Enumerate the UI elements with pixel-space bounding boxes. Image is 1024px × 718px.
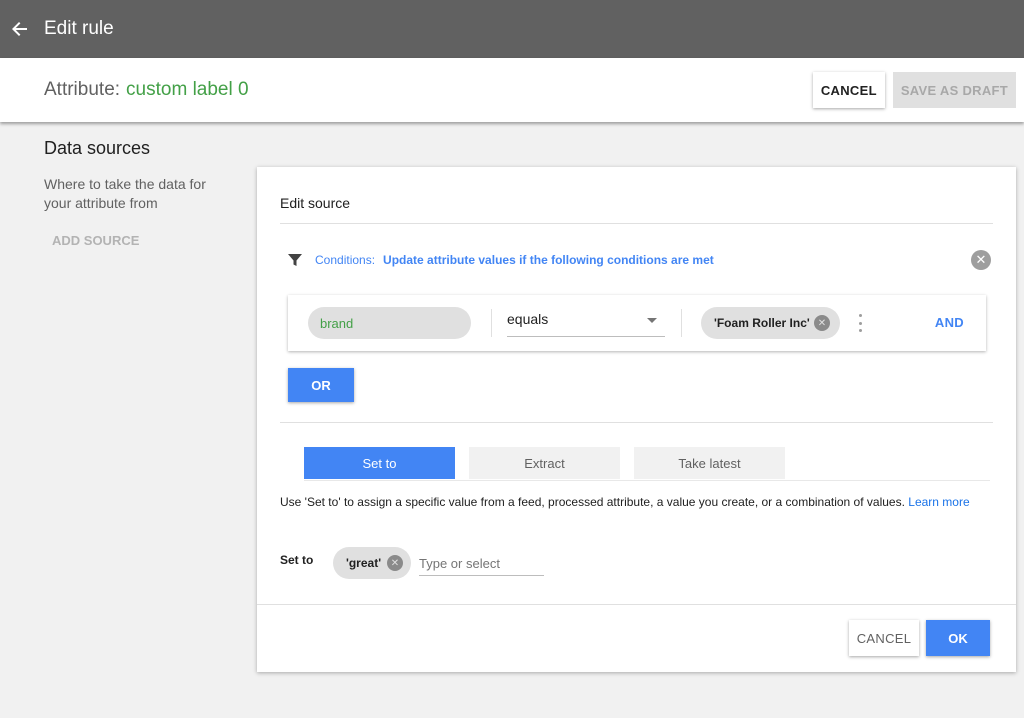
condition-field-chip[interactable]: brand — [308, 307, 471, 339]
close-circle-icon[interactable]: ✕ — [971, 250, 991, 270]
add-source-button[interactable]: ADD SOURCE — [52, 233, 234, 248]
tab-extract[interactable]: Extract — [469, 447, 620, 479]
remove-chip-icon[interactable]: ✕ — [387, 555, 403, 571]
filter-icon — [288, 254, 302, 266]
data-sources-description: Where to take the data for your attribut… — [44, 176, 206, 211]
help-text: Use 'Set to' to assign a specific value … — [280, 494, 990, 510]
learn-more-link[interactable]: Learn more — [908, 495, 969, 509]
header-actions: CANCEL SAVE AS DRAFT — [812, 72, 1016, 108]
save-as-draft-button[interactable]: SAVE AS DRAFT — [892, 72, 1016, 108]
edit-source-card: Edit source Conditions: Update attribute… — [257, 167, 1016, 672]
condition-value-chip[interactable]: 'Foam Roller Inc' ✕ — [701, 307, 840, 339]
attribute-title: Attribute: custom label 0 — [44, 79, 249, 101]
condition-box: brand equals 'Foam Roller Inc' ✕ AND — [288, 295, 986, 351]
separator — [491, 309, 492, 337]
dropdown-arrow-icon — [647, 318, 657, 323]
rule-header: Attribute: custom label 0 CANCEL SAVE AS … — [0, 58, 1024, 122]
set-to-value: 'great' — [346, 556, 382, 570]
attribute-label: Attribute: — [44, 79, 121, 100]
source-type-tabs: Set to Extract Take latest — [304, 447, 990, 481]
operator-value: equals — [507, 311, 549, 327]
app-bar: Edit rule — [0, 0, 1024, 58]
back-button[interactable] — [2, 11, 38, 47]
ok-button[interactable]: OK — [926, 620, 990, 656]
app-bar-title: Edit rule — [44, 18, 114, 39]
edit-source-title: Edit source — [280, 195, 351, 211]
help-text-body: Use 'Set to' to assign a specific value … — [280, 495, 905, 509]
data-sources-title: Data sources — [44, 138, 151, 158]
data-sources-panel: Data sources Where to take the data for … — [44, 138, 234, 248]
cancel-source-button[interactable]: CANCEL — [849, 620, 919, 656]
set-to-label: Set to — [280, 553, 314, 567]
separator — [681, 309, 682, 337]
attribute-name: custom label 0 — [126, 79, 249, 100]
conditions-label: Conditions: — [315, 253, 376, 267]
condition-value: 'Foam Roller Inc' — [714, 316, 810, 330]
divider — [280, 422, 993, 423]
or-button[interactable]: OR — [288, 368, 354, 402]
more-vert-icon[interactable] — [858, 314, 862, 332]
tab-take-latest[interactable]: Take latest — [634, 447, 785, 479]
operator-select[interactable]: equals — [507, 309, 665, 337]
set-to-input[interactable] — [419, 551, 544, 576]
conditions-description: Update attribute values if the following… — [383, 253, 714, 267]
conditions-row: Conditions: Update attribute values if t… — [287, 250, 997, 270]
arrow-left-icon — [12, 22, 27, 36]
remove-chip-icon[interactable]: ✕ — [814, 315, 830, 331]
footer-divider — [257, 604, 1016, 605]
tab-set-to[interactable]: Set to — [304, 447, 455, 479]
set-to-value-chip[interactable]: 'great' ✕ — [333, 547, 411, 579]
and-button[interactable]: AND — [935, 315, 964, 330]
divider — [280, 223, 993, 224]
cancel-button[interactable]: CANCEL — [812, 72, 885, 108]
